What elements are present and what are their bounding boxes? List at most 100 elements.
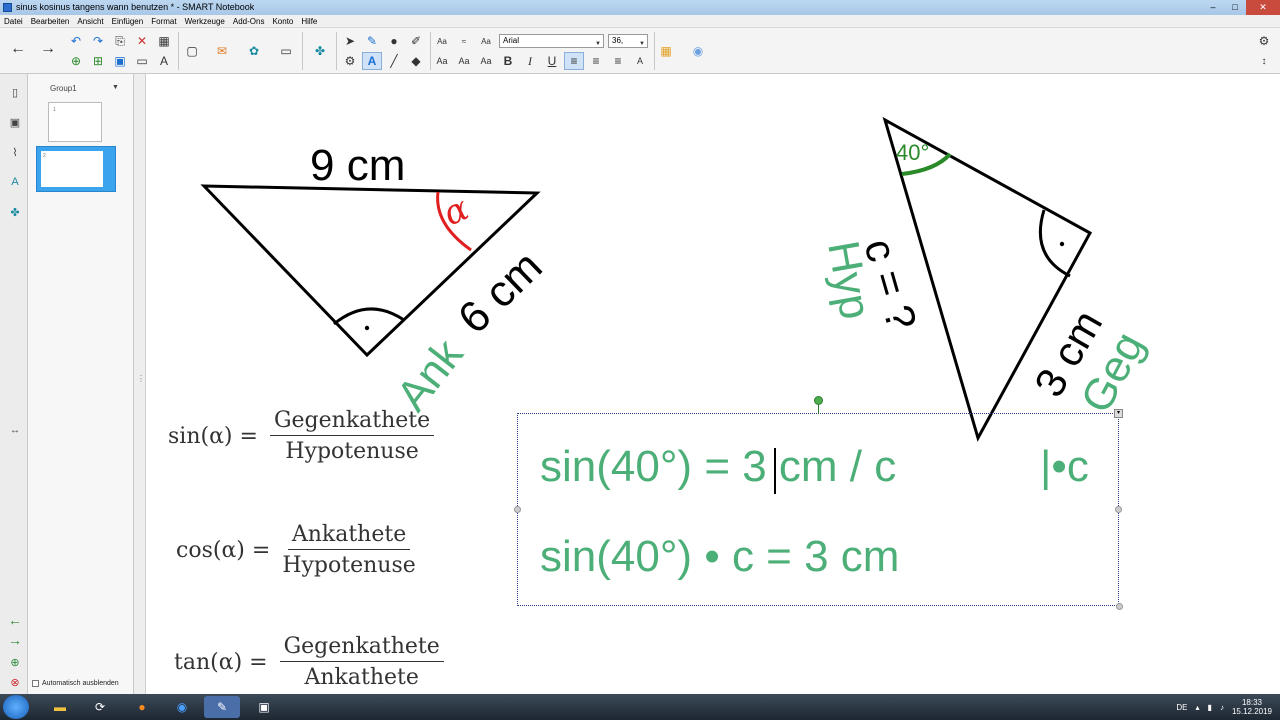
settings-gear-icon[interactable]: ⚙ <box>1254 32 1274 50</box>
font-style-icon[interactable]: Aa <box>476 52 496 70</box>
sidebar-delete-icon[interactable]: ⊗ <box>5 672 25 692</box>
undo-icon[interactable]: ↶ <box>66 32 86 50</box>
sidebar-prev-icon[interactable]: ← <box>5 610 25 630</box>
font-larger-icon[interactable]: Aa <box>432 52 452 70</box>
firefox-icon[interactable]: ● <box>124 696 160 718</box>
menu-bearbeiten[interactable]: Bearbeiten <box>31 15 70 27</box>
screen-icon[interactable]: ▭ <box>132 52 152 70</box>
text-style-icon-2[interactable]: ≈ <box>454 32 474 50</box>
spellcheck-icon[interactable]: A <box>154 52 174 70</box>
group-dropdown-icon[interactable]: ▼ <box>112 84 119 91</box>
start-button[interactable] <box>3 695 29 719</box>
selected-text-box[interactable]: ▾ sin(40°) = 3 cm / c |•c sin(40°) • c =… <box>514 396 1123 610</box>
text-style-icon-3[interactable]: Aa <box>476 32 496 50</box>
whiteboard-canvas[interactable]: 9 cm 6 cm Ank α 40° c = ? Hyp 3 cm Geg s… <box>146 74 1280 694</box>
align-right-icon[interactable]: ≡ <box>608 52 628 70</box>
volume-icon[interactable]: ♪ <box>1220 703 1224 712</box>
fill-icon[interactable]: ◉ <box>688 42 708 60</box>
underline-button[interactable]: U <box>542 52 562 70</box>
screen-capture-icon[interactable]: ▢ <box>182 42 202 60</box>
menu-bar: Datei Bearbeiten Ansicht Einfügen Format… <box>0 15 1280 28</box>
title-bar: sinus kosinus tangens wann benutzen * - … <box>0 0 1280 15</box>
page-thumbnail-1[interactable]: 1 <box>48 102 102 142</box>
attachments-tab-icon[interactable]: ⌇ <box>5 142 25 162</box>
equation-line-1[interactable]: sin(40°) = 3 cm / c <box>540 442 896 492</box>
teamviewer-icon[interactable]: ⟳ <box>82 696 118 718</box>
sidebar-resize-handle[interactable]: ⋮ <box>134 74 146 694</box>
align-left-icon[interactable]: ≡ <box>564 52 584 70</box>
delete-icon[interactable]: ✕ <box>132 32 152 50</box>
add-page-icon[interactable]: ⊕ <box>66 52 86 70</box>
addon-icon[interactable]: ✿ <box>244 42 264 60</box>
align-center-icon[interactable]: ≡ <box>586 52 606 70</box>
table-icon[interactable]: ▦ <box>154 32 174 50</box>
font-smaller-icon[interactable]: Aa <box>454 52 474 70</box>
toolbar-move-icon[interactable]: ↕ <box>1254 52 1274 70</box>
app-taskbar-icon[interactable]: ▣ <box>246 696 282 718</box>
browser-icon[interactable]: ◉ <box>164 696 200 718</box>
select-tool-icon[interactable]: ➤ <box>340 32 360 50</box>
properties-tab-icon[interactable]: A <box>5 172 25 192</box>
font-size-select[interactable]: 36, ▼ <box>608 34 648 48</box>
properties-icon[interactable]: ⚙ <box>340 52 360 70</box>
resize-handle-right[interactable] <box>1115 506 1122 513</box>
smart-notebook-taskbar-icon[interactable]: ✎ <box>204 696 240 718</box>
bold-button[interactable]: B <box>498 52 518 70</box>
equation-line-2[interactable]: sin(40°) • c = 3 cm <box>540 532 899 582</box>
autohide-option[interactable]: Automatisch ausblenden <box>32 680 119 687</box>
object-menu-handle[interactable]: ▾ <box>1114 409 1123 418</box>
insert-icon[interactable]: ⊞ <box>88 52 108 70</box>
document-camera-icon[interactable]: ▭ <box>276 42 296 60</box>
menu-werkzeuge[interactable]: Werkzeuge <box>185 15 225 27</box>
pen-tool-icon[interactable]: ✎ <box>362 32 382 50</box>
menu-ansicht[interactable]: Ansicht <box>77 15 103 27</box>
tray-icon[interactable]: ▴ <box>1196 703 1200 712</box>
explorer-icon[interactable]: ▬ <box>42 696 78 718</box>
menu-addons[interactable]: Add-Ons <box>233 15 265 27</box>
text-style-icon[interactable]: Aa <box>432 32 452 50</box>
close-button[interactable]: ✕ <box>1246 0 1280 15</box>
menu-hilfe[interactable]: Hilfe <box>301 15 317 27</box>
magic-pen-icon[interactable]: ✐ <box>406 32 426 50</box>
italic-button[interactable]: I <box>520 52 540 70</box>
network-icon[interactable]: ▮ <box>1208 703 1212 712</box>
paste-icon[interactable]: ⎘ <box>110 32 130 50</box>
dropdown-arrow-icon: ▼ <box>639 41 645 47</box>
menu-einfuegen[interactable]: Einfügen <box>112 15 144 27</box>
clock[interactable]: 18:33 15.12.2019 <box>1232 698 1272 716</box>
sidebar-swap-icon[interactable]: ↔ <box>5 420 25 440</box>
sidebar-next-icon[interactable]: → <box>5 630 25 650</box>
save-icon[interactable]: ▣ <box>110 52 130 70</box>
page-thumbnail-2[interactable]: 2 <box>36 146 116 192</box>
equation-line-1-operation[interactable]: |•c <box>1040 442 1089 492</box>
menu-format[interactable]: Format <box>151 15 176 27</box>
line-tool-icon[interactable]: ╱ <box>384 52 404 70</box>
resize-handle-left[interactable] <box>514 506 521 513</box>
maximize-button[interactable]: □ <box>1224 0 1246 15</box>
gallery-tab-icon[interactable]: ▣ <box>5 112 25 132</box>
minimize-button[interactable]: – <box>1202 0 1224 15</box>
puzzle-icon[interactable]: ✤ <box>310 42 330 60</box>
autohide-checkbox[interactable] <box>32 680 39 687</box>
eraser-icon[interactable]: ◆ <box>406 52 426 70</box>
language-indicator[interactable]: DE <box>1176 703 1187 712</box>
redo-icon[interactable]: ↷ <box>88 32 108 50</box>
toolbar: ← → ↶ ↷ ⎘ ✕ ▦ ⊕ ⊞ ▣ ▭ A ▢ ✉ ✿ ▭ ✤ ➤ ✎ ● … <box>0 28 1280 74</box>
color-grid-icon[interactable]: ▦ <box>656 42 676 60</box>
menu-datei[interactable]: Datei <box>4 15 23 27</box>
page-sorter-tab-icon[interactable]: ▯ <box>5 82 25 102</box>
text-tool-button[interactable]: A <box>362 52 382 70</box>
left-side-label: 6 cm <box>449 242 552 343</box>
next-page-icon[interactable]: → <box>38 40 58 58</box>
more-text-icon[interactable]: A <box>630 52 650 70</box>
menu-konto[interactable]: Konto <box>272 15 293 27</box>
sidebar-add-page-icon[interactable]: ⊕ <box>5 652 25 672</box>
rotate-handle[interactable] <box>814 396 823 405</box>
previous-page-icon[interactable]: ← <box>8 40 28 58</box>
font-family-select[interactable]: Arial ▼ <box>499 34 604 48</box>
right-right-angle-dot <box>1059 241 1065 247</box>
shape-tool-icon[interactable]: ● <box>384 32 404 50</box>
resize-handle-corner[interactable] <box>1116 603 1123 610</box>
addons-tab-icon[interactable]: ✤ <box>5 202 25 222</box>
lesson-activity-icon[interactable]: ✉ <box>212 42 232 60</box>
